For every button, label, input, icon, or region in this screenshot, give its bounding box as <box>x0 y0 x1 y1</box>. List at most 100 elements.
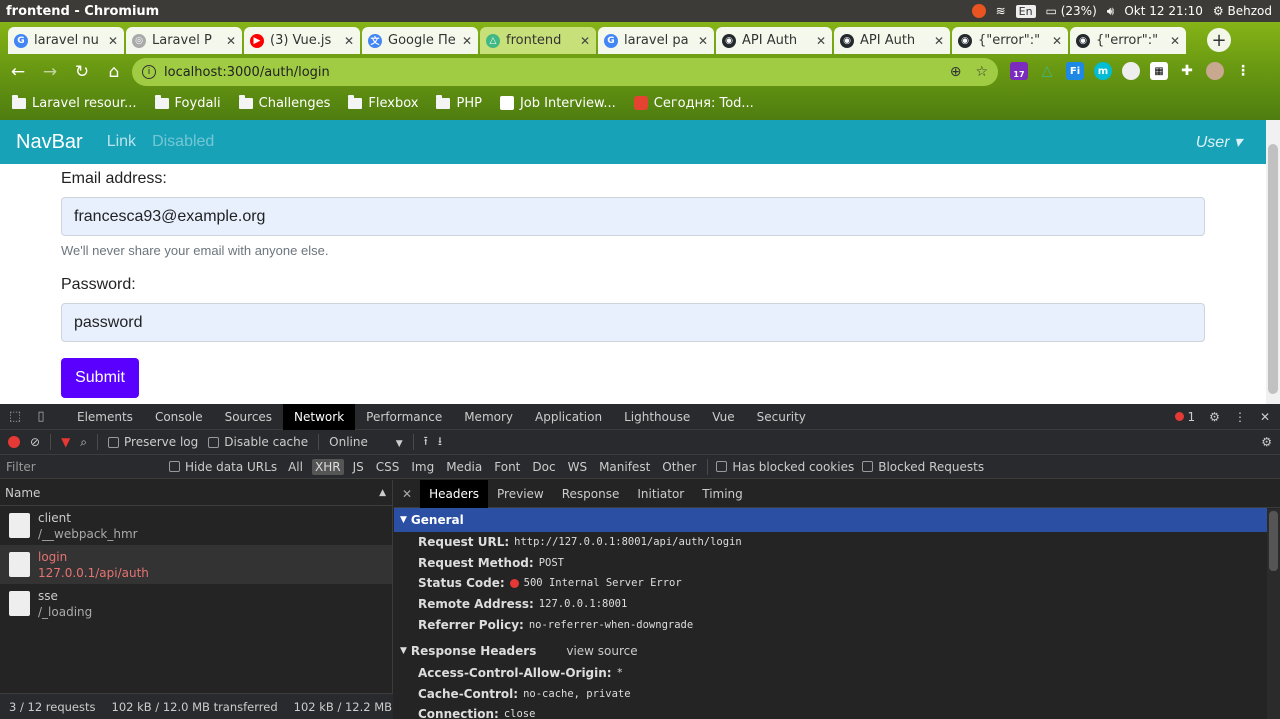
wifi-icon[interactable]: ≋ <box>996 4 1006 18</box>
detail-tab-preview[interactable]: Preview <box>488 480 553 508</box>
close-tab-icon[interactable]: ✕ <box>344 34 354 48</box>
close-tab-icon[interactable]: ✕ <box>934 34 944 48</box>
error-count-badge[interactable]: 1 <box>1174 410 1195 424</box>
detail-tab-timing[interactable]: Timing <box>693 480 752 508</box>
request-row[interactable]: client/__webpack_hmr <box>0 506 392 545</box>
user-menu[interactable]: ⚙ Behzod <box>1213 4 1272 18</box>
browser-tab[interactable]: ◉ API Auth ✕ <box>834 27 950 54</box>
general-section-header[interactable]: ▼ General <box>394 508 1267 532</box>
browser-tab[interactable]: Glaravel nu ✕ <box>8 27 124 54</box>
filter-type-xhr[interactable]: XHR <box>311 458 344 475</box>
preserve-log-checkbox[interactable]: Preserve log <box>108 435 198 449</box>
browser-tab[interactable]: ◉ API Auth ✕ <box>716 27 832 54</box>
search-icon[interactable]: ⌕ <box>80 435 87 450</box>
vue-devtools-icon[interactable]: △ <box>1038 62 1056 80</box>
has-blocked-cookies-checkbox[interactable]: Has blocked cookies <box>716 460 854 474</box>
devtools-tab-memory[interactable]: Memory <box>453 404 524 430</box>
network-settings-icon[interactable]: ⚙ <box>1261 435 1272 449</box>
keyboard-layout[interactable]: En <box>1015 4 1036 18</box>
filter-type-manifest[interactable]: Manifest <box>596 459 653 475</box>
inspect-element-icon[interactable]: ⬚ <box>4 409 26 424</box>
devtools-tab-vue[interactable]: Vue <box>701 404 745 430</box>
close-tab-icon[interactable]: ✕ <box>226 34 236 48</box>
detail-scrollbar[interactable] <box>1267 509 1280 719</box>
response-headers-section-header[interactable]: ▼ Response Headers view source <box>394 639 1280 663</box>
blocked-requests-checkbox[interactable]: Blocked Requests <box>862 460 984 474</box>
request-row[interactable]: login 127.0.0.1/api/auth <box>0 545 392 584</box>
detail-tab-initiator[interactable]: Initiator <box>628 480 693 508</box>
browser-tab[interactable]: △ frontend ✕ <box>480 27 596 54</box>
forward-button[interactable]: → <box>36 58 64 86</box>
extension-m-icon[interactable]: m <box>1094 62 1112 80</box>
extension-fi-icon[interactable]: Fi <box>1066 62 1084 80</box>
hide-data-urls-checkbox[interactable]: Hide data URLs <box>169 460 277 474</box>
devtools-tab-network[interactable]: Network <box>283 403 356 430</box>
filter-type-all[interactable]: All <box>285 459 306 475</box>
page-scrollbar[interactable] <box>1266 120 1280 404</box>
detail-tab-headers[interactable]: Headers <box>420 480 489 508</box>
import-har-icon[interactable]: ⭱ <box>424 432 428 453</box>
filter-input[interactable]: Filter <box>6 460 161 474</box>
battery-indicator[interactable]: ▭ (23%) <box>1046 4 1097 18</box>
filter-type-doc[interactable]: Doc <box>529 459 558 475</box>
name-column-header[interactable]: Name <box>5 486 40 500</box>
filter-funnel-icon[interactable]: ▼ <box>61 435 70 449</box>
close-tab-icon[interactable]: ✕ <box>816 34 826 48</box>
clock[interactable]: Okt 12 21:10 <box>1124 4 1203 18</box>
bookmark-item[interactable]: Job Interview... <box>499 96 616 111</box>
clear-icon[interactable]: ⊘ <box>30 435 40 449</box>
bookmark-item[interactable]: Flexbox <box>348 94 418 111</box>
extension-badge-icon[interactable]: 17 <box>1010 62 1028 80</box>
request-list-header[interactable]: Name ▲ <box>0 480 392 506</box>
navbar-brand[interactable]: NavBar <box>16 131 83 154</box>
filter-type-media[interactable]: Media <box>443 459 485 475</box>
devtools-tab-performance[interactable]: Performance <box>355 404 453 430</box>
device-toolbar-icon[interactable]: ▯ <box>30 409 52 424</box>
navbar-user-dropdown[interactable]: User ▾ <box>1196 132 1242 152</box>
request-row[interactable]: sse/_loading <box>0 584 392 623</box>
filter-type-other[interactable]: Other <box>659 459 699 475</box>
devtools-tab-application[interactable]: Application <box>524 404 613 430</box>
home-button[interactable]: ⌂ <box>100 58 128 86</box>
browser-tab[interactable]: ◉ {"error":" ✕ <box>952 27 1068 54</box>
browser-tab[interactable]: ◎ Laravel P ✕ <box>126 27 242 54</box>
browser-tab[interactable]: Glaravel pa ✕ <box>598 27 714 54</box>
extension-circle-icon[interactable] <box>1122 62 1140 80</box>
browser-tab[interactable]: ◉ {"error":" ✕ <box>1070 27 1186 54</box>
address-bar[interactable]: i localhost:3000/auth/login ⊕ ☆ <box>132 58 998 86</box>
reload-button[interactable]: ↻ <box>68 58 96 86</box>
bookmark-item[interactable]: Challenges <box>238 94 330 111</box>
notification-icon[interactable] <box>971 4 986 18</box>
devtools-tab-lighthouse[interactable]: Lighthouse <box>613 404 701 430</box>
devtools-tab-sources[interactable]: Sources <box>214 404 283 430</box>
throttling-select[interactable]: Online ▼ <box>329 435 402 449</box>
browser-tab[interactable]: 文 Google Пе ✕ <box>362 27 478 54</box>
qr-code-icon[interactable]: ▦ <box>1150 62 1168 80</box>
zoom-icon[interactable]: ⊕ <box>950 64 962 80</box>
devtools-tab-elements[interactable]: Elements <box>66 404 144 430</box>
bookmark-item[interactable]: PHP <box>436 94 482 111</box>
page-scrollbar-thumb[interactable] <box>1268 144 1278 394</box>
filter-type-js[interactable]: JS <box>350 459 367 475</box>
filter-type-font[interactable]: Font <box>491 459 523 475</box>
close-tab-icon[interactable]: ✕ <box>580 34 590 48</box>
filter-type-img[interactable]: Img <box>408 459 437 475</box>
bookmark-star-icon[interactable]: ☆ <box>975 64 988 80</box>
browser-tab[interactable]: ▶ (3) Vue.js ✕ <box>244 27 360 54</box>
devtools-tab-security[interactable]: Security <box>746 404 817 430</box>
close-tab-icon[interactable]: ✕ <box>1170 34 1180 48</box>
filter-type-ws[interactable]: WS <box>565 459 590 475</box>
disable-cache-checkbox[interactable]: Disable cache <box>208 435 308 449</box>
close-tab-icon[interactable]: ✕ <box>1052 34 1062 48</box>
email-field[interactable]: francesca93@example.org <box>61 197 1205 236</box>
devtools-menu-icon[interactable]: ⋮ <box>1234 410 1246 424</box>
submit-button[interactable]: Submit <box>61 358 139 398</box>
close-devtools-icon[interactable]: ✕ <box>1260 410 1270 424</box>
menu-kebab-icon[interactable]: ⋮ <box>1234 62 1252 80</box>
new-tab-button[interactable]: + <box>1207 28 1231 52</box>
devtools-tab-console[interactable]: Console <box>144 404 214 430</box>
site-info-icon[interactable]: i <box>142 65 156 79</box>
bookmark-item[interactable]: Сегодня: Tod... <box>633 96 754 111</box>
settings-gear-icon[interactable]: ⚙ <box>1209 410 1220 424</box>
puzzle-icon[interactable]: ✚ <box>1178 62 1196 80</box>
